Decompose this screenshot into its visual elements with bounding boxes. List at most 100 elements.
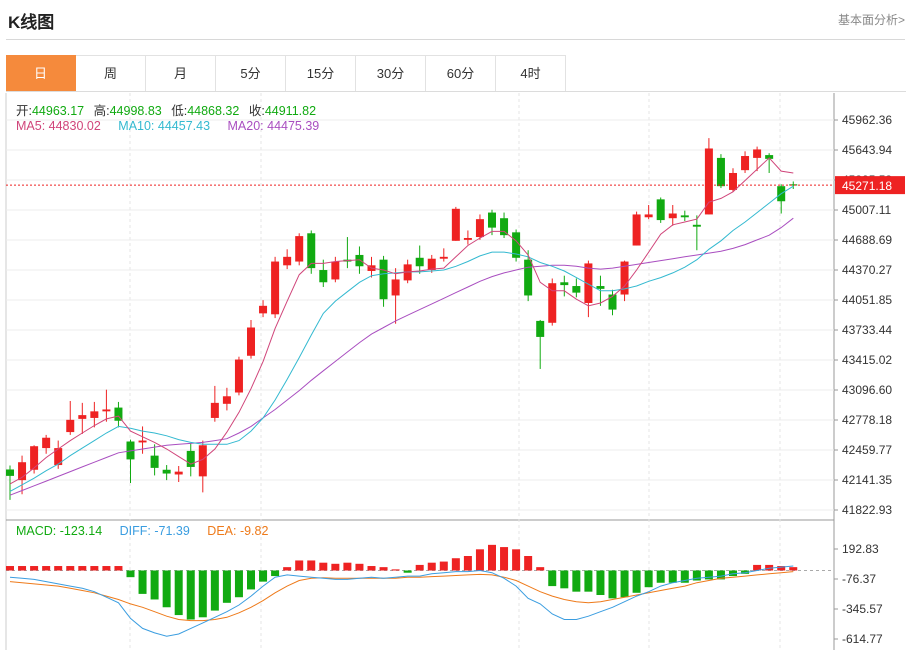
y-tick-label: 44688.69 bbox=[842, 233, 892, 247]
macd-bar bbox=[6, 566, 14, 571]
macd-bar bbox=[524, 556, 533, 571]
ma10-legend: MA10: 44457.43 bbox=[118, 119, 211, 133]
macd-bar bbox=[210, 570, 219, 611]
candle-body bbox=[138, 440, 147, 443]
macd-bar bbox=[138, 570, 147, 594]
macd-bar bbox=[584, 570, 593, 592]
y-tick-label: 42141.35 bbox=[842, 473, 892, 487]
low-value: 44868.32 bbox=[187, 104, 240, 118]
macd-bar bbox=[150, 570, 159, 600]
close-label: 收: bbox=[248, 104, 265, 118]
macd-bar bbox=[656, 570, 665, 583]
candle-body bbox=[379, 259, 388, 300]
macd-bar bbox=[102, 566, 111, 571]
macd-bar bbox=[632, 570, 641, 593]
macd-bar bbox=[222, 570, 231, 603]
candle-body bbox=[78, 415, 87, 419]
macd-legend: MACD: -123.14 bbox=[16, 524, 103, 538]
candle-body bbox=[6, 469, 14, 476]
y-tick-label: 43096.60 bbox=[842, 383, 892, 397]
candle-body bbox=[716, 157, 725, 187]
macd-bar bbox=[331, 563, 340, 571]
kline-chart[interactable]: 45962.3645643.9445325.5345007.1144688.69… bbox=[0, 0, 911, 650]
macd-bar bbox=[391, 569, 400, 571]
macd-bar bbox=[403, 570, 412, 573]
candle-body bbox=[524, 259, 533, 296]
candle-body bbox=[668, 213, 677, 219]
macd-bar bbox=[668, 570, 677, 583]
candle-body bbox=[475, 219, 484, 238]
macd-bar bbox=[451, 558, 460, 571]
macd-bar bbox=[114, 566, 123, 571]
candle-body bbox=[66, 419, 75, 433]
candle-body bbox=[729, 172, 737, 190]
candle-body bbox=[656, 199, 665, 221]
y-tick-label: 45643.94 bbox=[842, 143, 892, 157]
candle-body bbox=[90, 411, 99, 418]
macd-bar bbox=[463, 556, 472, 571]
candle-body bbox=[259, 305, 268, 314]
y-tick-label: 44051.85 bbox=[842, 293, 892, 307]
candle-body bbox=[247, 327, 255, 356]
macd-bar bbox=[596, 570, 605, 596]
macd-bar bbox=[247, 570, 255, 590]
candle-body bbox=[680, 215, 689, 218]
candle-body bbox=[692, 224, 701, 227]
candle-body bbox=[704, 148, 713, 215]
macd-y-tick-label: -614.77 bbox=[842, 632, 883, 646]
candle-body bbox=[451, 208, 460, 241]
candle-body bbox=[331, 261, 340, 280]
macd-bar bbox=[174, 570, 183, 616]
macd-bar bbox=[198, 570, 207, 618]
macd-bar bbox=[572, 570, 581, 592]
macd-bar bbox=[415, 564, 424, 571]
candle-body bbox=[391, 279, 400, 296]
candle-body bbox=[644, 214, 653, 218]
macd-bar bbox=[234, 570, 243, 598]
candle-body bbox=[319, 270, 328, 283]
candle-body bbox=[536, 320, 545, 337]
macd-bar bbox=[18, 566, 27, 571]
macd-info: MACD: -123.14 DIFF: -71.39 DEA: -9.82 bbox=[16, 524, 274, 538]
high-label: 高: bbox=[93, 104, 110, 118]
y-tick-label: 45962.36 bbox=[842, 113, 892, 127]
candle-body bbox=[283, 256, 292, 266]
macd-bar bbox=[620, 570, 629, 598]
current-price-label: 45271.18 bbox=[842, 179, 892, 193]
candle-body bbox=[210, 402, 219, 418]
candle-body bbox=[741, 156, 750, 171]
macd-bar bbox=[66, 566, 75, 571]
y-tick-label: 43415.02 bbox=[842, 353, 892, 367]
low-label: 低: bbox=[171, 104, 188, 118]
macd-bar bbox=[789, 567, 798, 571]
candle-body bbox=[596, 286, 605, 289]
candle-body bbox=[439, 256, 448, 259]
candle-body bbox=[102, 409, 111, 412]
macd-bar bbox=[475, 549, 484, 571]
macd-bar bbox=[512, 549, 521, 571]
macd-bar bbox=[126, 570, 135, 578]
open-value: 44963.17 bbox=[31, 104, 85, 118]
y-tick-label: 41822.93 bbox=[842, 503, 892, 517]
candle-body bbox=[42, 437, 51, 449]
macd-bar bbox=[379, 567, 388, 571]
open-label: 开: bbox=[16, 104, 32, 118]
close-value: 44911.82 bbox=[264, 104, 317, 118]
macd-bar bbox=[295, 560, 304, 571]
macd-bar bbox=[500, 547, 509, 571]
macd-bar bbox=[259, 570, 268, 582]
candle-body bbox=[271, 261, 280, 315]
macd-bar bbox=[367, 566, 376, 571]
y-tick-label: 42459.77 bbox=[842, 443, 892, 457]
candle-body bbox=[753, 149, 762, 158]
macd-bar bbox=[283, 567, 292, 571]
macd-bar bbox=[439, 561, 448, 571]
macd-bar bbox=[608, 570, 617, 599]
y-tick-label: 45007.11 bbox=[842, 203, 891, 217]
macd-bar bbox=[271, 570, 280, 577]
macd-bar bbox=[488, 544, 496, 571]
macd-bar bbox=[30, 566, 39, 571]
candle-body bbox=[355, 254, 364, 267]
macd-y-tick-label: -76.37 bbox=[842, 572, 876, 586]
candle-body bbox=[632, 214, 641, 246]
